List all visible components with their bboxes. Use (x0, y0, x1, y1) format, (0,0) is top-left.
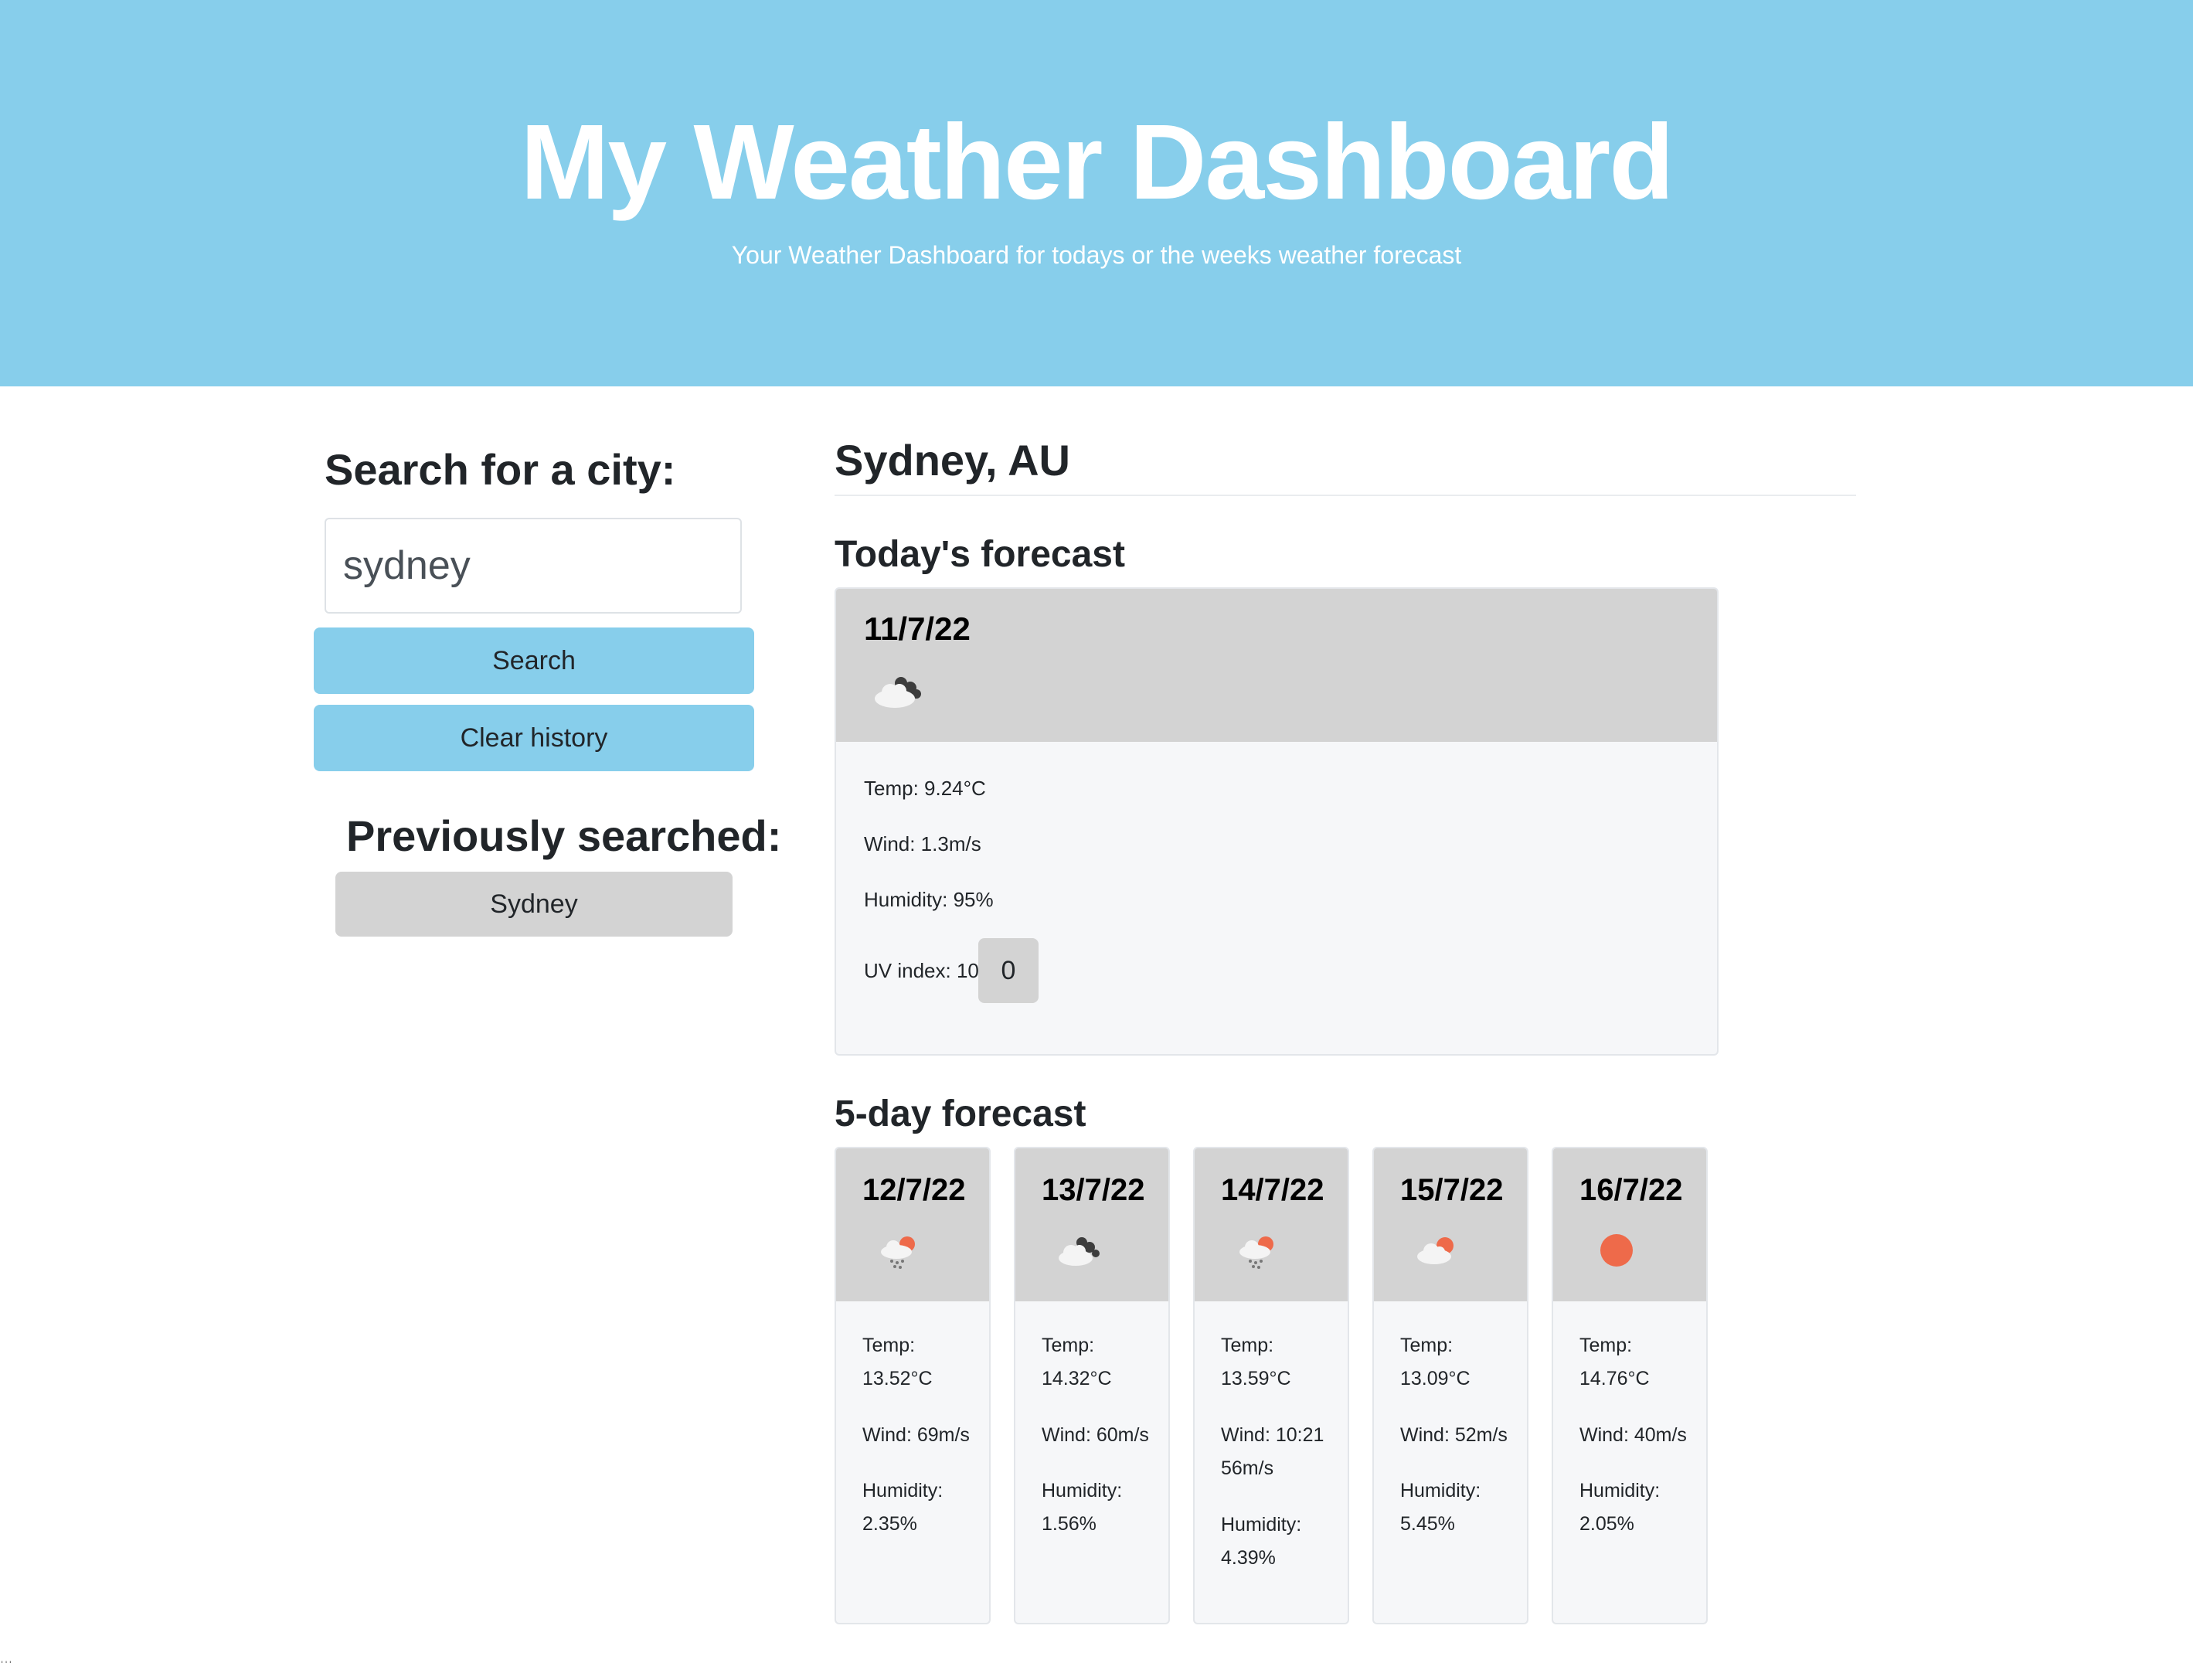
day-humidity: Humidity: 5.45% (1400, 1474, 1481, 1541)
forecast-date: 11/7/22 (864, 610, 971, 647)
today-temp: Temp: 9.24°C (864, 777, 986, 800)
search-heading: Search for a city: (325, 445, 676, 494)
day-temp-value: 13.52°C (862, 1368, 933, 1389)
forecast-date: 15/7/22 (1400, 1173, 1504, 1207)
day-humidity-label: Humidity: (1579, 1480, 1661, 1501)
day-temp-label: Temp: (1042, 1335, 1095, 1356)
day-temp: Temp: 13.59°C (1221, 1329, 1291, 1396)
day-wind: Wind: 40m/s (1579, 1419, 1687, 1452)
day-wind: Wind: 10:21 56m/s (1221, 1419, 1324, 1485)
city-title: Sydney, AU (835, 436, 1070, 485)
day-wind-value: Wind: 60m/s (1042, 1424, 1149, 1446)
card-header: 13/7/22 (1015, 1148, 1168, 1301)
day-temp-label: Temp: (1579, 1335, 1633, 1356)
card-header: 15/7/22 (1374, 1148, 1527, 1301)
card-header: 12/7/22 (836, 1148, 989, 1301)
five-day-heading: 5-day forecast (835, 1093, 1086, 1134)
forecast-date: 16/7/22 (1579, 1173, 1683, 1207)
day-temp: Temp: 13.09°C (1400, 1329, 1470, 1396)
day-wind: Wind: 60m/s (1042, 1419, 1149, 1452)
rain-sun-icon (1239, 1236, 1273, 1269)
day-temp-value: 14.32°C (1042, 1368, 1112, 1389)
day-card: 12/7/22 Temp: 13.52°C Wind: 69m/s Humidit… (835, 1147, 991, 1624)
day-humidity: Humidity: 2.35% (862, 1474, 943, 1541)
day-humidity-value: 1.56% (1042, 1513, 1096, 1535)
day-humidity: Humidity: 1.56% (1042, 1474, 1122, 1541)
rain-sun-icon (881, 1236, 915, 1269)
day-wind-value: Wind: 52m/s (1400, 1424, 1508, 1446)
day-humidity-value: 4.39% (1221, 1547, 1276, 1569)
day-temp-value: 13.09°C (1400, 1368, 1470, 1389)
corner-mark: ˌˌˌ (0, 1651, 12, 1664)
day-wind-value-cont: 56m/s (1221, 1457, 1274, 1479)
day-card: 15/7/22 Temp: 13.09°C Wind: 52m/s Humidit… (1372, 1147, 1528, 1624)
day-card: 13/7/22 Temp: 14.32°C Wind: 60m/s Humidit… (1014, 1147, 1170, 1624)
forecast-date: 13/7/22 (1042, 1173, 1145, 1207)
today-forecast-heading: Today's forecast (835, 534, 1125, 575)
day-humidity: Humidity: 4.39% (1221, 1508, 1301, 1575)
today-humidity: Humidity: 95% (864, 888, 994, 911)
card-header: 11/7/22 (836, 589, 1717, 742)
cloudy-night-icon (875, 677, 921, 708)
day-wind-value: Wind: 69m/s (862, 1424, 970, 1446)
day-humidity-label: Humidity: (1400, 1480, 1481, 1501)
day-humidity: Humidity: 2.05% (1579, 1474, 1660, 1541)
clear-history-button[interactable]: Clear history (314, 705, 754, 771)
day-temp: Temp: 13.52°C (862, 1329, 933, 1396)
day-temp-label: Temp: (1400, 1335, 1454, 1356)
cloud-sun-icon (1417, 1237, 1454, 1264)
day-humidity-label: Humidity: (1042, 1480, 1123, 1501)
day-humidity-value: 2.05% (1579, 1513, 1634, 1535)
day-temp-label: Temp: (862, 1335, 916, 1356)
cloudy-night-icon (1059, 1237, 1100, 1266)
today-wind: Wind: 1.3m/s (864, 832, 981, 855)
history-item-sydney[interactable]: Sydney (335, 872, 733, 937)
history-heading: Previously searched: (346, 811, 782, 860)
card-header: 14/7/22 (1195, 1148, 1348, 1301)
uv-index-badge: 0 (978, 938, 1039, 1003)
page-header: My Weather Dashboard Your Weather Dashbo… (0, 0, 2193, 386)
today-forecast-card: 11/7/22 Temp: 9.24°C Wind: 1.3m/s Humidi… (835, 587, 1719, 1056)
day-temp-value: 13.59°C (1221, 1368, 1291, 1389)
sun-icon (1600, 1234, 1633, 1267)
day-temp: Temp: 14.76°C (1579, 1329, 1650, 1396)
forecast-date: 12/7/22 (862, 1173, 966, 1207)
day-wind: Wind: 69m/s (862, 1419, 970, 1452)
day-humidity-value: 2.35% (862, 1513, 917, 1535)
day-wind-value: Wind: 40m/s (1579, 1424, 1687, 1446)
day-temp-label: Temp: (1221, 1335, 1274, 1356)
day-temp-value: 14.76°C (1579, 1368, 1650, 1389)
day-humidity-value: 5.45% (1400, 1513, 1455, 1535)
divider (835, 495, 1856, 496)
day-card: 14/7/22 Temp: 13.59°C Wind: 10:21 56m/s Hu… (1193, 1147, 1349, 1624)
page-title: My Weather Dashboard (520, 103, 1674, 222)
day-wind: Wind: 52m/s (1400, 1419, 1508, 1452)
city-search-input[interactable] (325, 518, 742, 614)
day-wind-value: Wind: 10:21 (1221, 1424, 1324, 1446)
day-card: 16/7/22 Temp: 14.76°C Wind: 40m/s Humidit… (1552, 1147, 1708, 1624)
card-header: 16/7/22 (1553, 1148, 1706, 1301)
forecast-date: 14/7/22 (1221, 1173, 1324, 1207)
day-humidity-label: Humidity: (862, 1480, 944, 1501)
day-temp: Temp: 14.32°C (1042, 1329, 1112, 1396)
page-subtitle: Your Weather Dashboard for todays or the… (731, 241, 1462, 269)
search-button[interactable]: Search (314, 627, 754, 694)
day-humidity-label: Humidity: (1221, 1514, 1302, 1535)
